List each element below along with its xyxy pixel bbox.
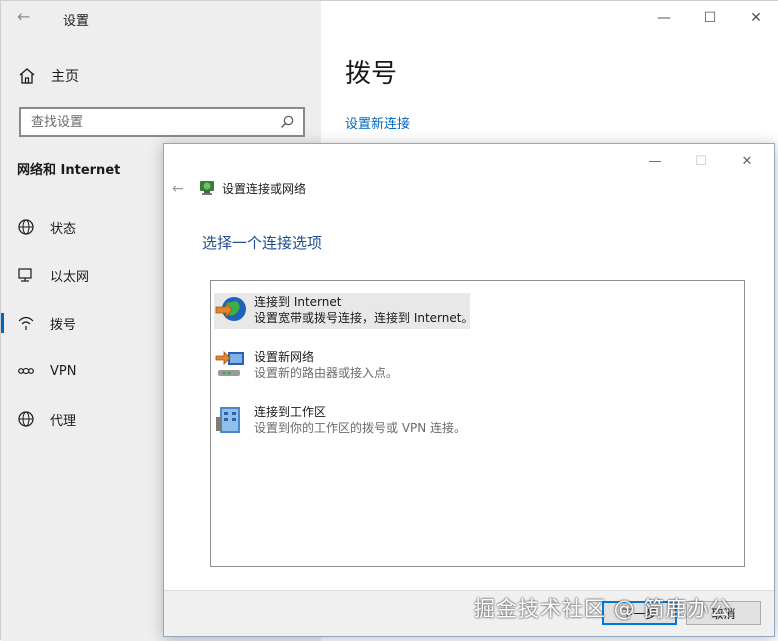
option-connect-workplace[interactable]: 连接到工作区 设置到你的工作区的拨号或 VPN 连接。 — [214, 403, 470, 439]
home-icon — [19, 68, 35, 84]
settings-window: ← 设置 主页 网络和 Internet — [0, 0, 778, 641]
globe-icon — [18, 219, 34, 235]
vpn-icon — [18, 367, 34, 375]
search-input[interactable] — [29, 113, 279, 131]
home-nav-item[interactable]: 主页 — [17, 63, 297, 89]
maximize-button[interactable]: ☐ — [687, 1, 733, 35]
sidebar-item-label: VPN — [50, 363, 77, 379]
dialog-minimize-button[interactable]: — — [632, 148, 678, 174]
dialog-title-row: 设置连接或网络 — [198, 179, 306, 197]
option-new-network[interactable]: 设置新网络 设置新的路由器或接入点。 — [214, 348, 470, 384]
option-desc: 设置宽带或拨号连接，连接到 Internet。 — [254, 311, 474, 325]
globe-icon — [18, 411, 34, 427]
search-icon[interactable] — [279, 114, 295, 130]
search-box — [19, 107, 305, 137]
sidebar-item-label: 以太网 — [50, 269, 90, 285]
option-title: 连接到工作区 — [254, 405, 327, 419]
home-label: 主页 — [51, 69, 79, 85]
watermark: 掘金技术社区 @ 简鹿办公 — [474, 597, 732, 621]
setup-connection-dialog: — ☐ ✕ ← 设置连接或网络 选择一个连接选项 连接到 Internet 设置… — [163, 143, 775, 637]
workplace-icon — [216, 407, 240, 433]
section-title: 网络和 Internet — [17, 163, 121, 178]
back-arrow-icon[interactable]: ← — [17, 7, 37, 27]
page-title: 拨号 — [345, 59, 398, 89]
option-title: 连接到 Internet — [254, 295, 342, 309]
dialup-icon — [18, 316, 34, 330]
connection-options-list: 连接到 Internet 设置宽带或拨号连接，连接到 Internet。 设置新… — [210, 280, 745, 567]
dialog-back-icon[interactable]: ← — [172, 181, 184, 197]
close-button[interactable]: ✕ — [733, 1, 778, 35]
dialog-close-button[interactable]: ✕ — [724, 148, 770, 174]
sidebar-item-label: 状态 — [50, 221, 77, 237]
globe-connect-icon — [215, 297, 246, 321]
option-title: 设置新网络 — [254, 350, 315, 364]
sidebar-item-label: 代理 — [50, 413, 77, 429]
new-network-icon — [215, 351, 244, 376]
dialog-maximize-button: ☐ — [695, 153, 707, 169]
app-title: 设置 — [63, 14, 90, 29]
setup-new-connection-link[interactable]: 设置新连接 — [345, 113, 410, 132]
titlebar-left: ← 设置 — [1, 1, 321, 35]
window-controls: — ☐ ✕ — [641, 1, 778, 35]
minimize-button[interactable]: — — [641, 1, 687, 35]
dialog-title: 设置连接或网络 — [222, 181, 307, 196]
option-connect-internet[interactable]: 连接到 Internet 设置宽带或拨号连接，连接到 Internet。 — [214, 293, 474, 329]
network-globe-icon — [200, 181, 214, 195]
option-desc: 设置新的路由器或接入点。 — [254, 366, 399, 380]
selection-indicator — [1, 313, 4, 333]
sidebar-item-label: 拨号 — [50, 317, 77, 333]
dialog-heading: 选择一个连接选项 — [202, 234, 323, 252]
dialog-window-controls: — ☐ ✕ — [632, 148, 770, 174]
ethernet-icon — [18, 268, 32, 282]
option-desc: 设置到你的工作区的拨号或 VPN 连接。 — [254, 421, 467, 435]
